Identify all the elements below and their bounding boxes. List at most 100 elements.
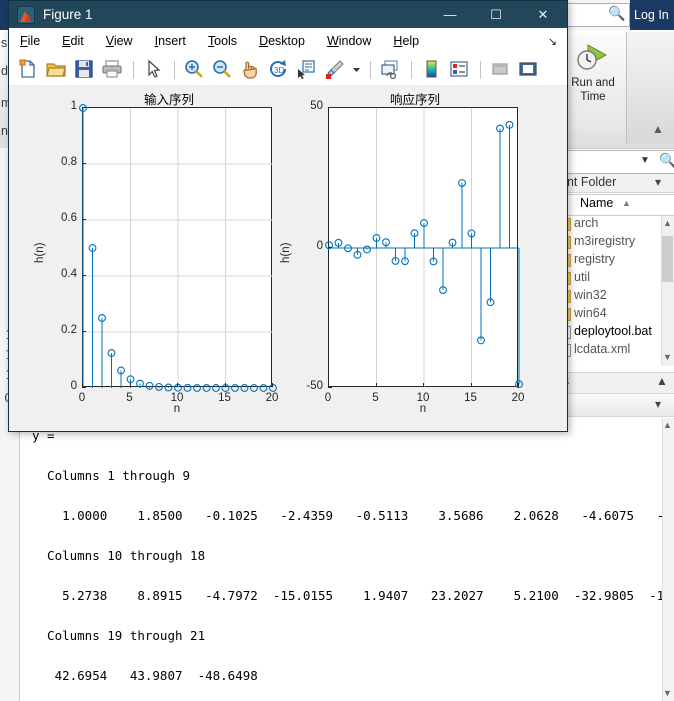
hide-plot-tools-icon[interactable]	[489, 58, 513, 82]
pointer-icon[interactable]	[142, 58, 166, 82]
figure-menu-help[interactable]: Help	[382, 28, 430, 55]
y-tick-mark	[328, 387, 332, 388]
chevron-up-icon[interactable]: ▲	[656, 374, 668, 388]
panel-options-icon[interactable]: ▾	[655, 175, 661, 189]
file-list-item[interactable]: m3iregistry	[574, 234, 635, 252]
left-chart-title: 输入序列	[143, 92, 194, 107]
x-tick-label: 0	[324, 392, 332, 404]
chevron-up-icon[interactable]: ▲	[663, 420, 672, 430]
x-tick-label: 0	[78, 392, 86, 404]
figure-toolbar[interactable]: 3D	[9, 55, 567, 86]
open-file-icon[interactable]	[45, 58, 69, 82]
toolbar-separator	[370, 61, 371, 79]
file-list-item[interactable]: win64	[574, 306, 607, 324]
print-figure-icon[interactable]	[101, 58, 125, 82]
figure-title-bar[interactable]: Figure 1 — ☐ ✕	[9, 1, 567, 28]
figure-window[interactable]: Figure 1 — ☐ ✕ File Edit View Insert Tools De…	[8, 0, 568, 432]
save-figure-icon[interactable]	[73, 58, 97, 82]
rotate-3d-icon[interactable]: 3D	[267, 58, 291, 82]
log-in-button[interactable]: Log In	[630, 0, 674, 30]
figure-menu-edit[interactable]: Edit	[51, 28, 95, 55]
console-line: 42.6954 43.9807 -48.6498	[32, 668, 258, 683]
x-tick-mark	[423, 383, 424, 387]
x-tick-mark	[375, 383, 377, 387]
y-tick-label: -50	[306, 380, 323, 392]
zoom-in-icon[interactable]	[183, 58, 207, 82]
colorbar-icon[interactable]	[420, 58, 444, 82]
right-chart-xlabel: n	[419, 403, 427, 415]
chevron-down-icon[interactable]: ▼	[663, 688, 672, 698]
legend-icon[interactable]	[448, 58, 472, 82]
figure-menu-window[interactable]: Window	[316, 28, 382, 55]
y-tick-mark	[82, 163, 86, 164]
x-tick-mark	[470, 383, 472, 387]
brush-dropdown-icon[interactable]	[351, 58, 362, 82]
figure-menu-desktop[interactable]: Desktop	[248, 28, 316, 55]
search-icon[interactable]: 🔍	[659, 152, 674, 169]
x-tick-mark	[224, 383, 226, 387]
file-list-item[interactable]: arch	[574, 216, 598, 234]
sort-ascending-icon: ▲	[622, 198, 631, 208]
file-list-scroll-thumb[interactable]	[662, 236, 673, 282]
figure-window-title: Figure 1	[43, 7, 93, 22]
right-chart-stems	[325, 108, 523, 389]
y-tick-mark	[82, 331, 86, 332]
x-tick-mark	[129, 383, 131, 387]
figure-menu-tools[interactable]: Tools	[197, 28, 248, 55]
file-list-item[interactable]: deploytool.bat	[574, 324, 652, 342]
matlab-figure-icon	[17, 5, 35, 24]
run-and-time-button[interactable]: Run and Time	[562, 36, 624, 132]
file-list-item[interactable]: win32	[574, 288, 607, 306]
column-header-name: Name	[580, 196, 614, 210]
left-chart-xlabel: n	[173, 403, 181, 415]
file-list-item[interactable]: lcdata.xml	[574, 342, 630, 360]
search-icon[interactable]: 🔍	[608, 5, 626, 23]
y-tick-label: 0	[316, 240, 323, 252]
current-folder-title: ent Folder	[560, 175, 617, 189]
x-tick-label: 5	[126, 392, 133, 404]
current-folder-address-input[interactable]	[556, 150, 674, 174]
command-window-output[interactable]: y = Columns 1 through 9 1.0000 1.8500 -0…	[20, 418, 662, 701]
y-tick-mark	[328, 247, 332, 248]
console-line: Columns 19 through 21	[32, 628, 206, 643]
figure-plot-canvas: 输入序列 0 5 10 15 20 0 0.2 0.4 0.6 0.8 1 h(n) n 响应序列 …	[10, 85, 566, 430]
right-chart-axes	[325, 107, 523, 389]
chevron-down-icon[interactable]: ▼	[663, 352, 672, 362]
figure-menu-file[interactable]: File	[9, 28, 51, 55]
x-tick-label: 15	[218, 392, 231, 404]
y-tick-mark	[82, 219, 86, 220]
command-window-scrollbar[interactable]	[662, 418, 674, 701]
x-tick-mark	[272, 383, 273, 387]
y-tick-label: 1	[70, 100, 77, 112]
figure-menu-view[interactable]: View	[95, 28, 144, 55]
maximize-button[interactable]: ☐	[473, 1, 519, 28]
panel-options-icon[interactable]: ▾	[655, 397, 661, 411]
figure-menu-insert[interactable]: Insert	[144, 28, 197, 55]
new-figure-icon[interactable]	[17, 58, 41, 82]
console-line: Columns 10 through 18	[32, 548, 206, 563]
file-list-item[interactable]: util	[574, 270, 590, 288]
figure-menu-bar[interactable]: File Edit View Insert Tools Desktop Window Help…	[9, 28, 567, 56]
y-tick-mark	[82, 107, 86, 108]
minimize-button[interactable]: —	[427, 1, 473, 28]
console-line: 1.0000 1.8500 -0.1025 -2.4359 -0.5113 3.…	[32, 508, 662, 523]
pan-icon[interactable]	[239, 58, 263, 82]
data-cursor-icon[interactable]	[295, 58, 319, 82]
left-text-fragment: s	[1, 36, 8, 50]
ribbon-collapse-icon[interactable]: ▲	[652, 122, 670, 136]
show-plot-tools-icon[interactable]	[517, 58, 541, 82]
brush-icon[interactable]	[323, 58, 347, 82]
toolbar-separator	[133, 61, 134, 79]
x-tick-label: 15	[464, 392, 477, 404]
close-button[interactable]: ✕	[519, 1, 567, 28]
x-tick-label: 5	[372, 392, 379, 404]
left-chart-axes	[79, 104, 277, 392]
link-plot-icon[interactable]	[379, 58, 403, 82]
file-list-item[interactable]: registry	[574, 252, 615, 270]
chevron-down-icon[interactable]: ▼	[640, 155, 650, 166]
x-tick-label: 20	[265, 392, 279, 404]
zoom-out-icon[interactable]	[211, 58, 235, 82]
toolbar-separator	[174, 61, 175, 79]
dock-figure-icon[interactable]: ↘	[548, 35, 557, 48]
chevron-up-icon[interactable]: ▲	[663, 218, 672, 228]
